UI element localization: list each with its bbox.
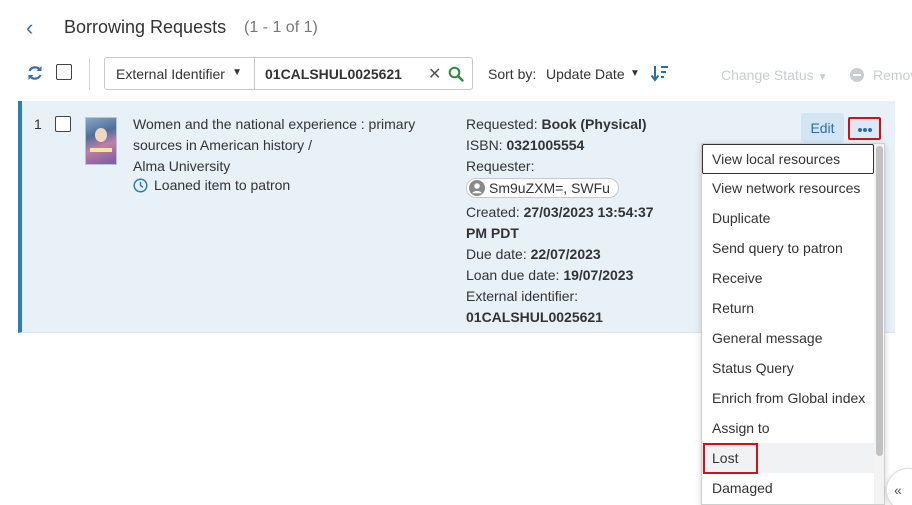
status-line: Loaned item to patron	[133, 177, 290, 193]
search-input[interactable]	[265, 64, 425, 84]
more-icon	[858, 128, 862, 132]
isbn-label: ISBN:	[466, 137, 503, 153]
title-line: sources in American history /	[133, 137, 312, 153]
change-status-label: Change Status	[721, 67, 814, 83]
row-actions-menu: View local resources View network resour…	[701, 143, 885, 505]
more-actions-button[interactable]	[848, 117, 881, 140]
caret-down-icon: ▼	[817, 72, 828, 83]
menu-item-view-network-resources[interactable]: View network resources	[702, 173, 874, 203]
search-icon[interactable]	[448, 66, 464, 82]
item-title[interactable]: Women and the national experience : prim…	[133, 114, 433, 177]
search-field-label: External Identifier	[116, 66, 225, 82]
request-details: Requested: Book (Physical) ISBN: 0321005…	[466, 114, 686, 328]
sort-label: Sort by:	[488, 66, 537, 82]
row-checkbox[interactable]	[55, 116, 71, 132]
requester-label: Requester:	[466, 158, 535, 174]
status-text: Loaned item to patron	[154, 177, 291, 193]
caret-down-icon[interactable]: ▼	[630, 68, 640, 79]
external-identifier-value: 01CALSHUL0025621	[466, 309, 603, 325]
created-value: 27/03/2023 13:54:37	[523, 204, 654, 220]
menu-item-assign-to[interactable]: Assign to	[702, 413, 874, 443]
person-icon	[469, 180, 485, 196]
menu-item-duplicate[interactable]: Duplicate	[702, 203, 874, 233]
menu-item-enrich-from-global-index[interactable]: Enrich from Global index	[702, 383, 874, 413]
menu-item-status-query[interactable]: Status Query	[702, 353, 874, 383]
created-value-timezone: PM PDT	[466, 225, 519, 241]
clear-icon[interactable]: ✕	[428, 64, 441, 84]
external-identifier-label: External identifier:	[466, 288, 579, 304]
requested-label: Requested:	[466, 116, 538, 132]
menu-item-damaged[interactable]: Damaged	[702, 473, 874, 503]
sort-select[interactable]: Update Date	[546, 66, 625, 82]
menu-item-send-query-to-patron[interactable]: Send query to patron	[702, 233, 874, 263]
menu-item-receive[interactable]: Receive	[702, 263, 874, 293]
remove-icon[interactable]	[850, 68, 864, 82]
due-date-label: Due date:	[466, 246, 527, 262]
caret-down-icon: ▼	[232, 67, 242, 78]
created-label: Created:	[466, 204, 520, 220]
isbn-value: 0321005554	[506, 137, 585, 153]
title-line: Women and the national experience : prim…	[133, 116, 416, 132]
toolbar-divider	[89, 58, 90, 90]
requester-name: Sm9uZXM=, SWFu	[489, 179, 610, 196]
requester-chip[interactable]: Sm9uZXM=, SWFu	[466, 178, 619, 198]
menu-item-view-local-resources[interactable]: View local resources	[702, 144, 874, 174]
double-chevron-left-icon: «	[894, 482, 902, 498]
remove-button[interactable]: Remove	[873, 67, 912, 83]
lost-highlight-box	[703, 443, 758, 474]
sort-direction-icon[interactable]	[651, 64, 669, 82]
book-cover-thumbnail	[85, 117, 117, 165]
collapse-panel-button[interactable]: «	[886, 468, 912, 505]
menu-item-return[interactable]: Return	[702, 293, 874, 323]
select-all-checkbox[interactable]	[56, 64, 72, 80]
results-count: (1 - 1 of 1)	[244, 19, 318, 36]
clock-icon	[133, 178, 148, 193]
requested-value: Book (Physical)	[541, 116, 647, 132]
edit-button[interactable]: Edit	[801, 113, 844, 143]
menu-scrollbar-thumb[interactable]	[876, 146, 883, 456]
refresh-icon[interactable]	[27, 64, 43, 82]
search-box[interactable]: ✕	[254, 57, 473, 90]
search-field-select[interactable]: External Identifier ▼	[104, 57, 255, 90]
menu-item-general-message[interactable]: General message	[702, 323, 874, 353]
page-title: Borrowing Requests	[64, 17, 227, 37]
change-status-button[interactable]: Change Status ▼	[721, 67, 828, 83]
row-number: 1	[34, 116, 42, 132]
loan-due-date-value: 19/07/2023	[563, 267, 634, 283]
loan-due-date-label: Loan due date:	[466, 267, 560, 283]
title-line: Alma University	[133, 158, 231, 174]
due-date-value: 22/07/2023	[530, 246, 601, 262]
back-icon[interactable]: ‹	[26, 17, 44, 39]
